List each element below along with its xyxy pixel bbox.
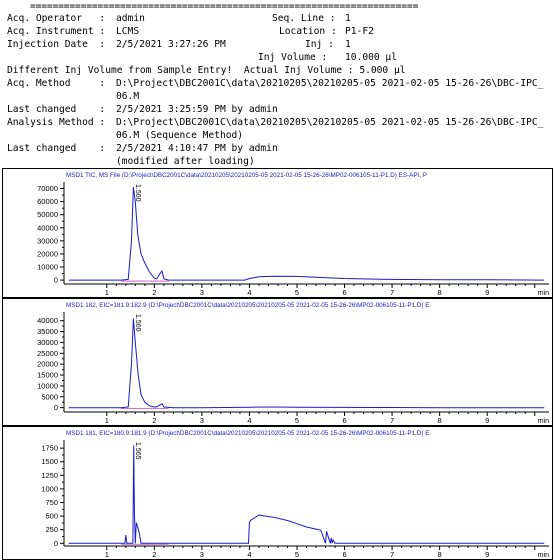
x-tick-label: 1	[105, 416, 109, 425]
acq-method-label: Acq. Method :	[7, 78, 106, 89]
y-tick-label: 10000	[37, 381, 58, 390]
x-tick-label: 2	[152, 416, 156, 425]
y-tick-label: 10000	[37, 263, 58, 272]
analysis-method-path: D:\Project\DBC2001C\data\20210205\202102…	[116, 117, 544, 128]
acq-instrument-label: Acq. Instrument :	[7, 26, 106, 37]
x-tick-label: 9	[485, 416, 489, 425]
x-tick-label: 5	[295, 416, 299, 425]
x-tick-label: 2	[152, 550, 156, 559]
header-separator: ========================================…	[30, 1, 419, 12]
x-tick-label: 9	[485, 550, 489, 559]
x-tick-label: 2	[152, 288, 156, 297]
chart-title: MSD1 TIC, MS File (D:\Project\DBC2001C\d…	[66, 172, 427, 179]
different-inj-volume-notice: Different Inj Volume from Sample Entry! …	[7, 65, 406, 76]
location-value: P1-F2	[345, 26, 374, 37]
x-tick-label: 6	[342, 416, 346, 425]
y-tick-label: 0	[54, 276, 58, 285]
x-axis-label: min	[538, 552, 549, 559]
y-tick-label: 0	[54, 539, 58, 548]
x-tick-label: 7	[390, 288, 394, 297]
seq-line-label: Seq. Line :	[272, 13, 336, 24]
x-tick-label: 6	[342, 288, 346, 297]
y-tick-label: 5000	[41, 392, 58, 401]
inj-volume-value: 10.000 µl	[345, 52, 397, 63]
chart-title: MSD1 182, EIC=181.9:182.9 (D:\Project\DB…	[66, 302, 429, 309]
last-changed-value: 2/5/2021 3:25:59 PM by admin	[116, 104, 278, 115]
analysis-method-label: Analysis Method :	[7, 117, 106, 128]
peak-retention-label: 1.560	[134, 314, 141, 332]
chromatogram-trace	[68, 318, 545, 409]
last-changed-note: (modified after loading)	[116, 156, 255, 167]
x-tick-label: 1	[105, 288, 109, 297]
chromatogram-panel-tic: MSD1 TIC, MS File (D:\Project\DBC2001C\d…	[2, 168, 553, 298]
x-tick-label: 4	[247, 288, 251, 297]
y-tick-label: 40000	[37, 316, 58, 325]
x-tick-label: 3	[200, 550, 204, 559]
peak-retention-label: 1.565	[134, 442, 141, 460]
y-tick-label: 30000	[37, 338, 58, 347]
x-tick-label: 8	[438, 416, 442, 425]
x-tick-label: 1	[105, 550, 109, 559]
y-tick-label: 250	[45, 525, 58, 534]
x-tick-label: 8	[438, 288, 442, 297]
acq-operator-value: admin	[116, 13, 145, 24]
x-tick-label: 4	[247, 416, 251, 425]
chromatogram-trace	[68, 445, 545, 544]
last-changed-label: Last changed :	[7, 143, 106, 154]
y-tick-label: 0	[54, 403, 58, 412]
x-tick-label: 5	[295, 550, 299, 559]
acq-method-file: 06.M	[116, 91, 140, 102]
y-tick-label: 30000	[37, 236, 58, 245]
x-tick-label: 7	[390, 416, 394, 425]
x-tick-label: 7	[390, 550, 394, 559]
y-tick-label: 25000	[37, 349, 58, 358]
panel-frame	[2, 426, 553, 560]
report-header: ========================================…	[0, 0, 554, 170]
acq-instrument-value: LCMS	[116, 26, 140, 37]
chart-title: MSD1 181, EIC=180.9:181.9 (D:\Project\DB…	[66, 430, 429, 437]
x-tick-label: 4	[247, 550, 251, 559]
y-tick-label: 40000	[37, 223, 58, 232]
x-tick-label: 3	[200, 416, 204, 425]
x-axis-label: min	[538, 290, 549, 297]
peak-retention-label: 1.560	[134, 184, 141, 202]
inj-label: Inj :	[305, 39, 334, 50]
y-tick-label: 20000	[37, 360, 58, 369]
x-tick-label: 6	[342, 550, 346, 559]
inj-volume-label: Inj Volume :	[258, 52, 328, 63]
y-tick-label: 70000	[37, 184, 58, 193]
last-changed-label: Last changed :	[7, 104, 106, 115]
location-label: Location :	[279, 26, 337, 37]
y-tick-label: 20000	[37, 249, 58, 258]
y-tick-label: 35000	[37, 327, 58, 336]
acq-method-path: D:\Project\DBC2001C\data\20210205\202102…	[116, 78, 544, 89]
panel-frame	[2, 168, 553, 298]
x-tick-label: 8	[438, 550, 442, 559]
acq-operator-label: Acq. Operator :	[7, 13, 106, 24]
y-tick-label: 50000	[37, 210, 58, 219]
chromatogram-panel-eic-182: MSD1 182, EIC=181.9:182.9 (D:\Project\DB…	[2, 298, 553, 426]
injection-date-label: Injection Date :	[7, 39, 106, 50]
y-tick-label: 500	[45, 512, 58, 521]
y-tick-label: 1750	[41, 444, 58, 453]
y-tick-label: 60000	[37, 197, 58, 206]
chromatogram-panel-eic-181: MSD1 181, EIC=180.9:181.9 (D:\Project\DB…	[2, 426, 553, 560]
x-tick-label: 9	[485, 288, 489, 297]
injection-date-value: 2/5/2021 3:27:26 PM	[116, 39, 226, 50]
x-tick-label: 5	[295, 288, 299, 297]
y-tick-label: 1250	[41, 471, 58, 480]
last-changed-value: 2/5/2021 4:10:47 PM by admin	[116, 143, 278, 154]
y-tick-label: 750	[45, 498, 58, 507]
panel-frame	[2, 298, 553, 426]
y-tick-label: 15000	[37, 371, 58, 380]
y-tick-label: 1500	[41, 457, 58, 466]
x-axis-label: min	[538, 418, 549, 425]
inj-value: 1	[345, 39, 351, 50]
analysis-method-file: 06.M (Sequence Method)	[116, 130, 244, 141]
x-tick-label: 3	[200, 288, 204, 297]
seq-line-value: 1	[345, 13, 351, 24]
y-tick-label: 1000	[41, 484, 58, 493]
